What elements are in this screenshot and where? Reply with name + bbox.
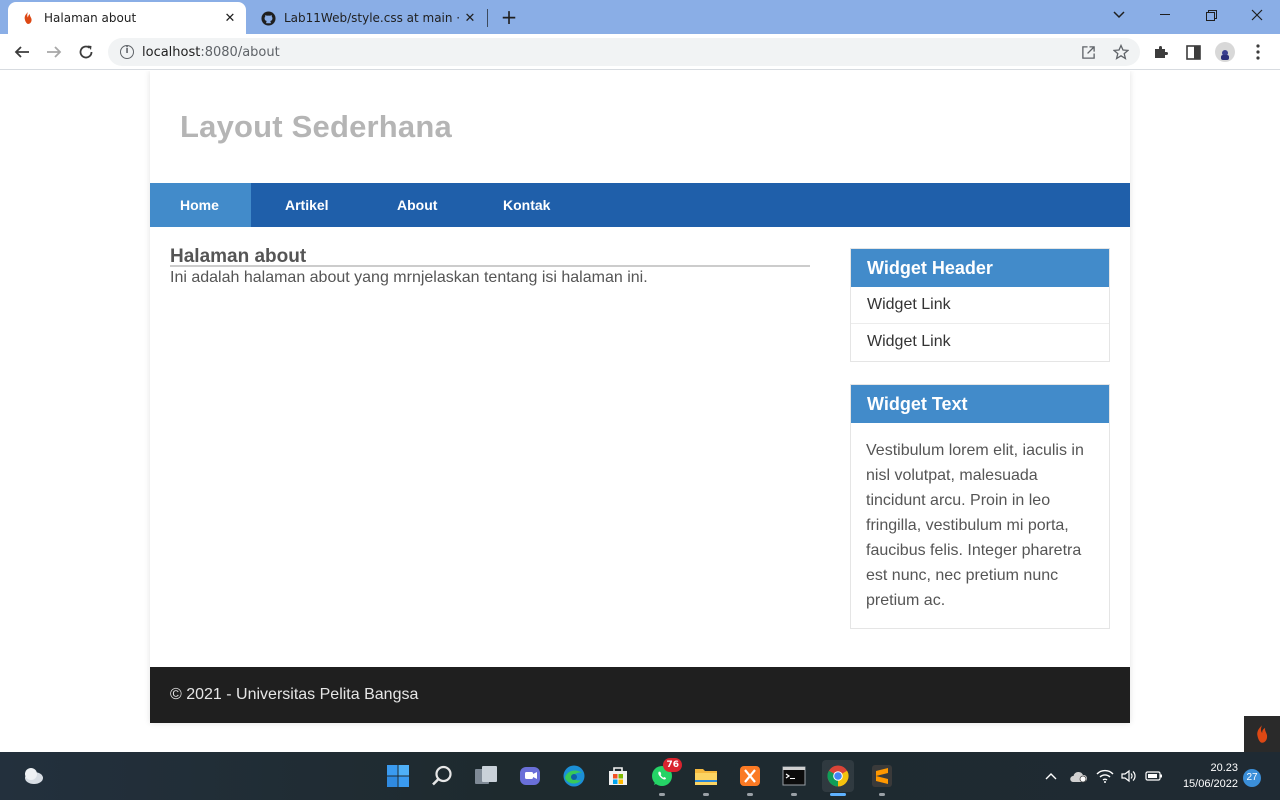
whatsapp-unread-badge: 76 <box>663 758 682 772</box>
show-hidden-icons-chevron[interactable] <box>1044 752 1058 800</box>
running-indicator <box>659 793 665 796</box>
running-indicator <box>747 793 753 796</box>
browser-tab-strip: Halaman about ✕ Lab11Web/style.css at ma… <box>0 0 1280 34</box>
taskbar-clock[interactable]: 20.23 15/06/2022 <box>1172 760 1238 792</box>
tab-close-icon[interactable]: ✕ <box>220 8 240 28</box>
site-title: Layout Sederhana <box>180 109 452 144</box>
running-indicator <box>703 793 709 796</box>
battery-icon[interactable] <box>1145 752 1163 800</box>
terminal-icon[interactable] <box>778 760 810 796</box>
page-text: Ini adalah halaman about yang mrnjelaska… <box>170 269 648 286</box>
site-info-icon[interactable]: i <box>120 45 134 59</box>
side-panel-icon[interactable] <box>1180 39 1206 65</box>
nav-link-home[interactable]: Home <box>150 183 251 227</box>
sidebar: Widget Header Widget Link Widget Link Wi… <box>850 248 1110 651</box>
whatsapp-icon[interactable]: 76 <box>646 758 682 796</box>
tab-search-chevron-icon[interactable] <box>1096 0 1142 30</box>
sublime-text-icon[interactable] <box>866 760 898 796</box>
volume-icon[interactable] <box>1120 752 1138 800</box>
browser-toolbar: i localhost:8080/about <box>0 34 1280 70</box>
widget-link[interactable]: Widget Link <box>851 324 1109 361</box>
url-host: localhost <box>142 44 201 60</box>
xampp-icon[interactable] <box>734 760 766 796</box>
browser-menu-kebab-icon[interactable] <box>1245 39 1271 65</box>
nav-link-kontak[interactable]: Kontak <box>470 183 580 227</box>
file-explorer-icon[interactable] <box>690 760 722 796</box>
onedrive-cloud-icon[interactable] <box>1068 752 1088 800</box>
search-icon[interactable] <box>426 760 458 792</box>
widget-text-body: Vestibulum lorem elit, iaculis in nisl v… <box>866 442 1084 609</box>
share-icon[interactable] <box>1080 44 1096 60</box>
debug-toolbar-flame-icon[interactable] <box>1244 716 1280 752</box>
forward-arrow-icon[interactable] <box>41 39 67 65</box>
nav-link-artikel[interactable]: Artikel <box>251 183 363 227</box>
running-indicator <box>791 793 797 796</box>
main-content: Halaman about Ini adalah halaman about y… <box>170 247 810 287</box>
site-container: Layout Sederhana Home Artikel About Kont… <box>150 71 1130 723</box>
clock-date: 15/06/2022 <box>1182 778 1238 790</box>
chrome-browser-icon[interactable] <box>822 760 854 796</box>
page-viewport: Layout Sederhana Home Artikel About Kont… <box>0 71 1280 752</box>
address-bar[interactable]: i localhost:8080/about <box>108 38 1140 66</box>
new-tab-plus-icon[interactable]: + <box>498 5 520 29</box>
tab-separator <box>487 9 488 27</box>
site-footer: © 2021 - Universitas Pelita Bangsa <box>150 667 1130 723</box>
edge-browser-icon[interactable] <box>558 760 590 792</box>
active-app-indicator <box>830 793 846 796</box>
minimize-icon[interactable] <box>1142 0 1188 30</box>
reload-icon[interactable] <box>73 39 99 65</box>
wifi-icon[interactable] <box>1096 752 1114 800</box>
site-header: Layout Sederhana <box>150 71 1130 183</box>
profile-avatar[interactable] <box>1212 39 1238 65</box>
windows-start-icon[interactable] <box>382 760 414 792</box>
widget-header-title: Widget Header <box>851 249 1109 287</box>
tab-github-style-css[interactable]: Lab11Web/style.css at main · emi ✕ <box>248 2 486 34</box>
tab-title: Halaman about <box>44 11 137 25</box>
microsoft-store-icon[interactable] <box>602 760 634 792</box>
running-indicator <box>879 793 885 796</box>
page-heading: Halaman about <box>170 247 810 267</box>
widget-text-title: Widget Text <box>851 385 1109 423</box>
codeigniter-flame-icon <box>20 10 36 26</box>
task-view-icon[interactable] <box>470 760 502 792</box>
windows-taskbar: 76 20.23 15/06/2022 27 <box>0 752 1280 800</box>
teams-chat-icon[interactable] <box>514 760 546 792</box>
tab-halaman-about[interactable]: Halaman about ✕ <box>8 2 246 34</box>
bookmark-star-icon[interactable] <box>1113 44 1129 60</box>
weather-widget-icon[interactable] <box>17 760 49 792</box>
widget-links: Widget Header Widget Link Widget Link <box>850 248 1110 362</box>
widget-text: Widget Text Vestibulum lorem elit, iacul… <box>850 384 1110 629</box>
clock-time: 20.23 <box>1210 762 1238 774</box>
back-arrow-icon[interactable] <box>9 39 35 65</box>
github-icon <box>260 10 276 26</box>
url-path: :8080/about <box>200 44 280 60</box>
notification-count-badge[interactable]: 27 <box>1243 769 1261 787</box>
close-window-icon[interactable] <box>1234 0 1280 30</box>
restore-icon[interactable] <box>1188 0 1234 30</box>
nav-link-about[interactable]: About <box>363 183 470 227</box>
main-nav: Home Artikel About Kontak <box>150 183 1130 227</box>
tab-title: Lab11Web/style.css at main · emi <box>284 11 460 25</box>
extensions-puzzle-icon[interactable] <box>1148 39 1174 65</box>
tab-close-icon[interactable]: ✕ <box>460 8 480 28</box>
widget-link[interactable]: Widget Link <box>851 287 1109 324</box>
